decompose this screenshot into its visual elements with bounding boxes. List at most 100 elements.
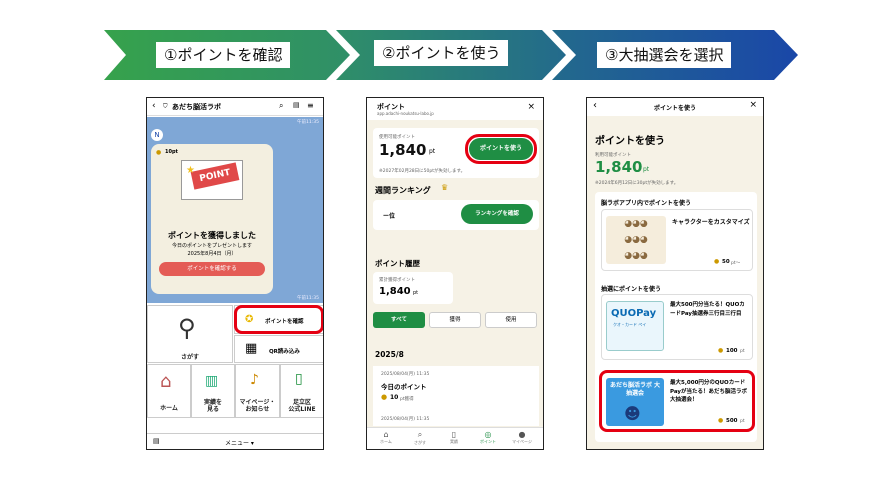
entry-points: 10 xyxy=(390,394,399,401)
total-unit: pt xyxy=(413,290,419,296)
filter-used-label: 使用 xyxy=(505,317,517,323)
quo-card-image: QUOPay クオ・カード ペイ xyxy=(606,301,664,351)
step-banner: ①ポイントを確認 ②ポイントを使う ③大抽選会を選択 xyxy=(104,30,800,80)
close-icon[interactable]: × xyxy=(527,102,535,112)
coin-icon: ● xyxy=(718,347,724,354)
ranking-button[interactable]: ランキングを確認 xyxy=(461,204,533,224)
total-points-card: 累計獲得ポイント 1,840 pt xyxy=(373,272,453,304)
menu-results-label: 実績を 見る xyxy=(203,399,222,413)
rich-menu: ⚲ さがす ✪ ポイントを確認 ▦ QR読み込み ⌂ ホーム ▥ 実績を 見る … xyxy=(147,305,323,435)
ranking-title: 週間ランキング xyxy=(375,186,431,195)
filter-all[interactable]: すべて xyxy=(373,312,425,328)
step-3-label: ③大抽選会を選択 xyxy=(597,42,732,68)
keyboard-icon[interactable]: ▤ xyxy=(153,437,160,445)
close-icon[interactable]: × xyxy=(749,100,757,110)
history-title: ポイント履歴 xyxy=(375,259,420,268)
menu-mypage-label: マイページ・ お知らせ xyxy=(239,399,276,413)
available-points: 1,840 xyxy=(595,158,643,176)
tab-home[interactable]: ⌂ ホーム xyxy=(371,430,401,445)
search-icon: ⌕ xyxy=(417,430,423,439)
tab-mypage-label: マイページ xyxy=(512,439,532,444)
filter-earned[interactable]: 獲得 xyxy=(429,312,481,328)
menu-toggle[interactable]: メニュー ▾ xyxy=(225,438,254,447)
phone-icon: ▯ xyxy=(295,371,303,387)
filter-earned-label: 獲得 xyxy=(449,317,461,323)
entry-unit: pt獲得 xyxy=(400,397,414,402)
tab-points-label: ポイント xyxy=(480,439,496,444)
bot-avatar: N xyxy=(151,129,163,141)
menu-line-label: 足立区 公式LINE xyxy=(288,399,316,413)
confirm-points-button[interactable]: ポイントを確認する xyxy=(159,262,265,276)
quo-item[interactable]: QUOPay クオ・カード ペイ 最大500円分当たる！QUOカードPay抽選券… xyxy=(601,294,753,360)
bell-icon: ♪ xyxy=(250,372,259,388)
points-unit: pt xyxy=(643,166,650,173)
total-points: 1,840 xyxy=(379,286,411,297)
available-label: 使用可能ポイント xyxy=(379,135,415,140)
card-date: 2025年8月4日（月） xyxy=(187,251,237,257)
quo-points: 100 xyxy=(726,348,738,354)
chat-time: 午前11:35 xyxy=(297,120,319,125)
total-label: 累計獲得ポイント xyxy=(379,278,415,283)
expire-note: ※2027年02月28日に50ptが失効します。 xyxy=(379,169,466,174)
entry-date: 2025/08/04(月) 11:35 xyxy=(381,372,430,377)
section-in-app: 脳ラボアプリ内でポイントを使う xyxy=(601,200,692,207)
menu-home[interactable]: ⌂ ホーム xyxy=(147,364,191,418)
tab-results[interactable]: ▯ 実績 xyxy=(439,430,469,445)
quo-unit: pt xyxy=(740,349,745,354)
points-badge: 10pt xyxy=(165,149,178,155)
tab-search-label: さがす xyxy=(414,440,426,445)
menu-mypage[interactable]: ♪ マイページ・ お知らせ xyxy=(235,364,280,418)
clipboard-icon: ▯ xyxy=(451,430,457,439)
menu-results[interactable]: ▥ 実績を 見る xyxy=(191,364,235,418)
note-icon[interactable]: ▤ xyxy=(293,101,300,109)
tab-home-label: ホーム xyxy=(380,439,392,444)
chart-icon: ▥ xyxy=(205,373,219,389)
character-points: 50 xyxy=(722,259,730,265)
menu-line[interactable]: ▯ 足立区 公式LINE xyxy=(280,364,323,418)
tab-mypage[interactable]: ● マイページ xyxy=(507,430,537,445)
back-icon[interactable]: ‹ xyxy=(152,101,156,111)
entry-title: 今日のポイント xyxy=(381,383,427,391)
tab-search[interactable]: ⌕ さがす xyxy=(405,430,435,446)
card-subtext: 今日のポイントをプレゼントします xyxy=(171,243,252,249)
points-unit: pt xyxy=(429,148,436,155)
character-title: キャラクターをカスタマイズ xyxy=(672,219,750,226)
ranking-button-label: ランキングを確認 xyxy=(475,211,519,217)
quo-title: 最大500円分当たる！QUOカードPay抽選券三行目三行目 xyxy=(670,302,745,317)
character-item[interactable]: ◕◕◕ ◕◕◕ ◕◕◕ キャラクターをカスタマイズ ● 50 pt～ xyxy=(601,209,753,271)
magnifier-icon: ⚲ xyxy=(178,314,196,342)
points-summary-card: 使用可能ポイント 1,840 pt ポイントを使う ※2027年02月28日に5… xyxy=(373,128,539,178)
person-icon: ● xyxy=(518,430,526,439)
step-1-label: ①ポイントを確認 xyxy=(156,42,291,68)
available-points: 1,840 xyxy=(379,141,427,159)
tab-results-label: 実績 xyxy=(450,439,458,444)
coin-icon: ◎ xyxy=(484,430,492,439)
filter-used[interactable]: 使用 xyxy=(485,312,537,328)
history-entry: 2025/08/04(月) 11:35 今日のポイント ● 10 pt獲得 20… xyxy=(373,366,539,426)
menu-qr-label: QR読み込み xyxy=(269,349,300,355)
rank-value: ー位 xyxy=(383,213,396,220)
chat-time-2: 午前11:35 xyxy=(297,296,319,301)
menu-icon[interactable]: ≡ xyxy=(307,101,314,110)
points-header: ポイント app.adachi-noukatsu-labo.jp × xyxy=(367,98,543,120)
ranking-card: ー位 ランキングを確認 xyxy=(373,200,539,230)
confirm-points-label: ポイントを確認する xyxy=(187,266,237,272)
envelope-image: POINT ★ xyxy=(181,160,243,200)
menu-qr[interactable]: ▦ QR読み込み xyxy=(234,335,323,363)
highlight-ring xyxy=(234,305,323,334)
highlight-ring xyxy=(465,134,537,164)
chat-area: 午前11:35 N ● 10pt POINT ★ ポイントを獲得しました 今日の… xyxy=(147,117,323,303)
menu-footer[interactable]: ▤ メニュー ▾ xyxy=(147,433,323,449)
entry-date-2: 2025/08/04(月) 11:35 xyxy=(381,417,430,422)
shield-icon: ⛉ xyxy=(163,103,168,110)
highlight-ring xyxy=(599,370,755,432)
menu-search[interactable]: ⚲ さがす xyxy=(147,305,233,363)
qr-icon: ▦ xyxy=(245,341,258,356)
tab-points[interactable]: ◎ ポイント xyxy=(473,430,503,445)
search-icon[interactable]: ⌕ xyxy=(279,101,283,111)
filter-all-label: すべて xyxy=(391,317,407,323)
card-heading: ポイントを獲得しました xyxy=(168,231,256,240)
chat-title: あだち脳活ラボ xyxy=(172,103,221,111)
section-lottery: 抽選にポイントを使う xyxy=(601,286,662,293)
quo-logo: QUOPay xyxy=(611,308,657,319)
